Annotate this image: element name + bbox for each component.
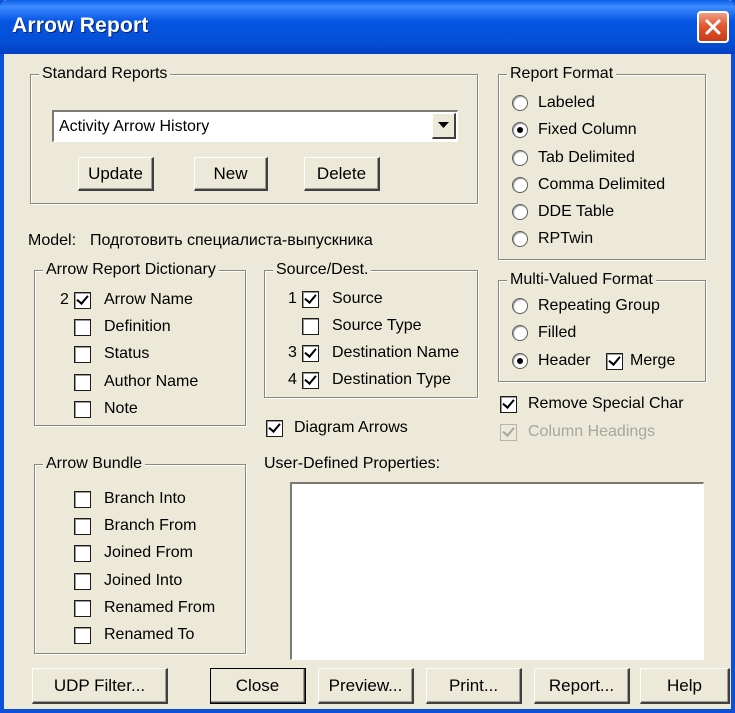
author-name-label: Author Name (104, 373, 199, 390)
help-button[interactable]: Help (640, 668, 730, 704)
standard-report-value: Activity Arrow History (59, 118, 210, 135)
definition-label: Definition (104, 318, 171, 335)
format-tab-delimited-radio[interactable] (512, 150, 528, 166)
close-icon (705, 19, 721, 35)
merge-label: Merge (630, 352, 676, 369)
source-label: Source (332, 290, 383, 307)
renamed-from-checkbox[interactable] (74, 600, 91, 617)
delete-button[interactable]: Delete (304, 157, 380, 191)
format-dde-table-label: DDE Table (538, 203, 615, 220)
status-checkbox[interactable] (74, 346, 91, 363)
order-number: 4 (288, 371, 297, 388)
preview-button[interactable]: Preview... (318, 668, 414, 704)
header-radio[interactable] (512, 353, 528, 369)
destination-type-checkbox[interactable] (302, 372, 319, 389)
arrow-report-dialog: Arrow Report Standard Reports Activity A… (0, 0, 735, 713)
model-label: Model: (28, 232, 77, 249)
column-headings-label: Column Headings (528, 423, 656, 440)
report-format-legend: Report Format (507, 64, 617, 84)
format-fixed-column-radio[interactable] (512, 122, 528, 138)
order-number: 3 (288, 344, 297, 361)
arrow-name-label: Arrow Name (104, 291, 193, 308)
new-button[interactable]: New (194, 157, 268, 191)
joined-from-label: Joined From (104, 544, 193, 561)
window-title: Arrow Report (12, 14, 149, 37)
column-headings-checkbox[interactable] (500, 424, 517, 441)
repeating-group-radio[interactable] (512, 298, 528, 314)
remove-special-char-checkbox[interactable] (500, 396, 517, 413)
source-dest-legend: Source/Dest. (273, 260, 372, 280)
renamed-from-label: Renamed From (104, 599, 216, 616)
remove-special-char-label: Remove Special Char (528, 395, 684, 412)
renamed-to-label: Renamed To (104, 626, 195, 643)
arrow-report-dictionary-legend: Arrow Report Dictionary (43, 260, 219, 280)
udp-listbox[interactable] (290, 482, 704, 660)
filled-radio[interactable] (512, 325, 528, 341)
joined-into-checkbox[interactable] (74, 573, 91, 590)
destination-type-label: Destination Type (332, 371, 451, 388)
arrow-name-checkbox[interactable] (74, 292, 91, 309)
print-button[interactable]: Print... (426, 668, 522, 704)
order-number: 1 (288, 290, 297, 307)
format-comma-delimited-label: Comma Delimited (538, 176, 666, 193)
diagram-arrows-checkbox[interactable] (266, 420, 283, 437)
status-label: Status (104, 345, 150, 362)
source-type-label: Source Type (332, 317, 422, 334)
update-button[interactable]: Update (78, 157, 154, 191)
branch-from-label: Branch From (104, 517, 197, 534)
destination-name-label: Destination Name (332, 344, 460, 361)
arrow-bundle-legend: Arrow Bundle (43, 454, 146, 474)
note-label: Note (104, 400, 138, 417)
format-dde-table-radio[interactable] (512, 204, 528, 220)
udp-filter-button[interactable]: UDP Filter... (32, 668, 168, 704)
close-button[interactable]: Close (210, 668, 306, 704)
header-label: Header (538, 352, 591, 369)
format-fixed-column-label: Fixed Column (538, 121, 637, 138)
branch-into-checkbox[interactable] (74, 491, 91, 508)
filled-label: Filled (538, 324, 577, 341)
standard-report-select[interactable]: Activity Arrow History (52, 110, 458, 142)
format-labeled-label: Labeled (538, 94, 595, 111)
close-window-button[interactable] (697, 11, 729, 43)
standard-reports-legend: Standard Reports (39, 64, 171, 84)
title-bar[interactable]: Arrow Report (0, 0, 735, 54)
dropdown-button[interactable] (432, 113, 456, 139)
format-tab-delimited-label: Tab Delimited (538, 149, 635, 166)
format-rptwin-radio[interactable] (512, 231, 528, 247)
udp-label: User-Defined Properties: (264, 455, 441, 472)
diagram-arrows-label: Diagram Arrows (294, 419, 408, 436)
merge-checkbox[interactable] (606, 353, 623, 370)
format-rptwin-label: RPTwin (538, 230, 594, 247)
model-value: Подготовить специалиста-выпускника (90, 232, 373, 249)
chevron-down-icon (438, 122, 449, 128)
format-labeled-radio[interactable] (512, 95, 528, 111)
destination-name-checkbox[interactable] (302, 345, 319, 362)
definition-checkbox[interactable] (74, 319, 91, 336)
joined-into-label: Joined Into (104, 572, 183, 589)
format-comma-delimited-radio[interactable] (512, 177, 528, 193)
author-name-checkbox[interactable] (74, 374, 91, 391)
source-checkbox[interactable] (302, 291, 319, 308)
branch-into-label: Branch Into (104, 490, 186, 507)
note-checkbox[interactable] (74, 401, 91, 418)
report-button[interactable]: Report... (534, 668, 630, 704)
order-number: 2 (60, 291, 69, 308)
branch-from-checkbox[interactable] (74, 518, 91, 535)
joined-from-checkbox[interactable] (74, 545, 91, 562)
source-type-checkbox[interactable] (302, 318, 319, 335)
repeating-group-label: Repeating Group (538, 297, 660, 314)
renamed-to-checkbox[interactable] (74, 627, 91, 644)
multi-valued-format-legend: Multi-Valued Format (507, 270, 656, 290)
